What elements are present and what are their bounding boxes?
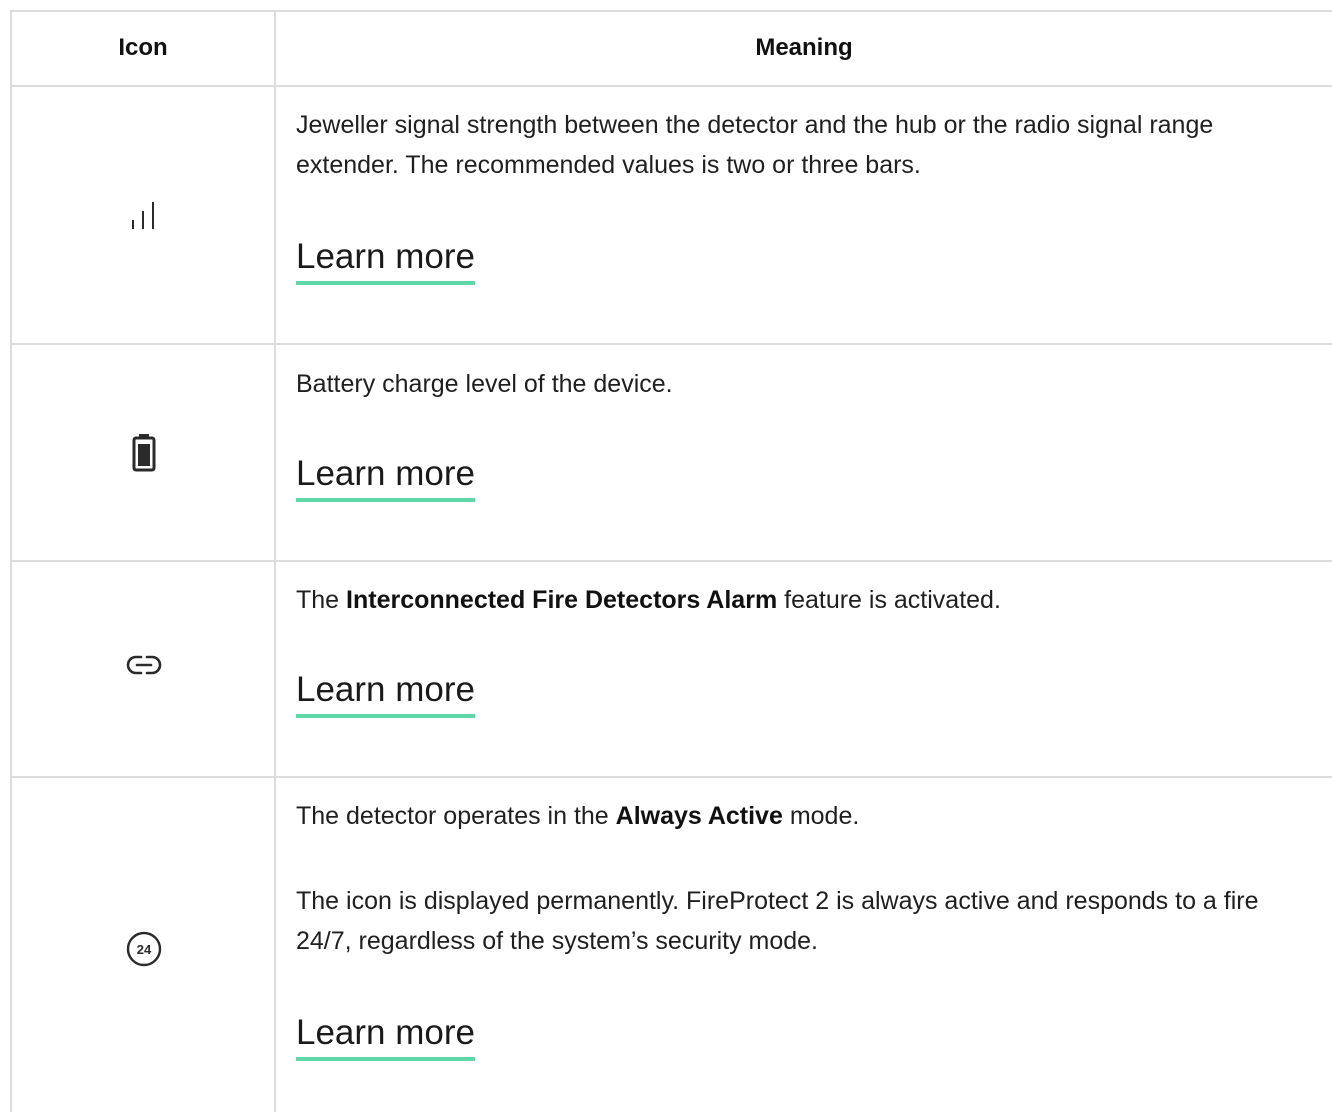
header-meaning-label: Meaning (755, 34, 853, 61)
interconnected-description: The Interconnected Fire Detectors Alarm … (296, 580, 1316, 620)
learn-more-link-always-active[interactable]: Learn more (296, 1011, 475, 1061)
signal-strength-icon (132, 202, 154, 229)
signal-description: Jeweller signal strength between the det… (296, 111, 1214, 179)
row-4-description: The detector operates in the Always Acti… (296, 796, 1316, 961)
row-2-description: Battery charge level of the device. (296, 364, 1316, 404)
battery-icon (132, 434, 156, 472)
row-1-bottom-border (10, 343, 1332, 345)
battery-description: Battery charge level of the device. (296, 370, 673, 398)
always-active-24-icon: 24 (126, 931, 162, 967)
always-active-mode-name: Always Active (615, 802, 783, 830)
row-3-description: The Interconnected Fire Detectors Alarm … (296, 580, 1316, 620)
learn-more-link-signal[interactable]: Learn more (296, 235, 475, 285)
interconnected-feature-name: Interconnected Fire Detectors Alarm (346, 586, 778, 614)
column-divider (274, 10, 276, 1112)
row-3-bottom-border (10, 776, 1332, 778)
learn-more-link-battery[interactable]: Learn more (296, 452, 475, 502)
always-active-24-icon-label: 24 (137, 942, 152, 957)
link-icon (126, 655, 162, 675)
learn-more-link-interconnected[interactable]: Learn more (296, 668, 475, 718)
row-2-bottom-border (10, 560, 1332, 562)
always-active-description: The detector operates in the Always Acti… (296, 796, 1316, 836)
always-active-details: The icon is displayed permanently. FireP… (296, 887, 1259, 955)
row-1-description: Jeweller signal strength between the det… (296, 105, 1316, 185)
interconnected-text-before: The (296, 586, 347, 614)
always-active-text-before: The detector operates in the (296, 802, 616, 830)
header-icon: Icon (12, 10, 274, 86)
header-meaning: Meaning (276, 10, 1332, 86)
header-icon-label: Icon (118, 34, 168, 61)
interconnected-text-after: feature is activated. (777, 586, 1001, 614)
icon-meaning-table: Icon Meaning Jeweller signal strength be… (0, 0, 1332, 1112)
always-active-text-after: mode. (782, 802, 860, 830)
table-left-border (10, 10, 12, 1112)
